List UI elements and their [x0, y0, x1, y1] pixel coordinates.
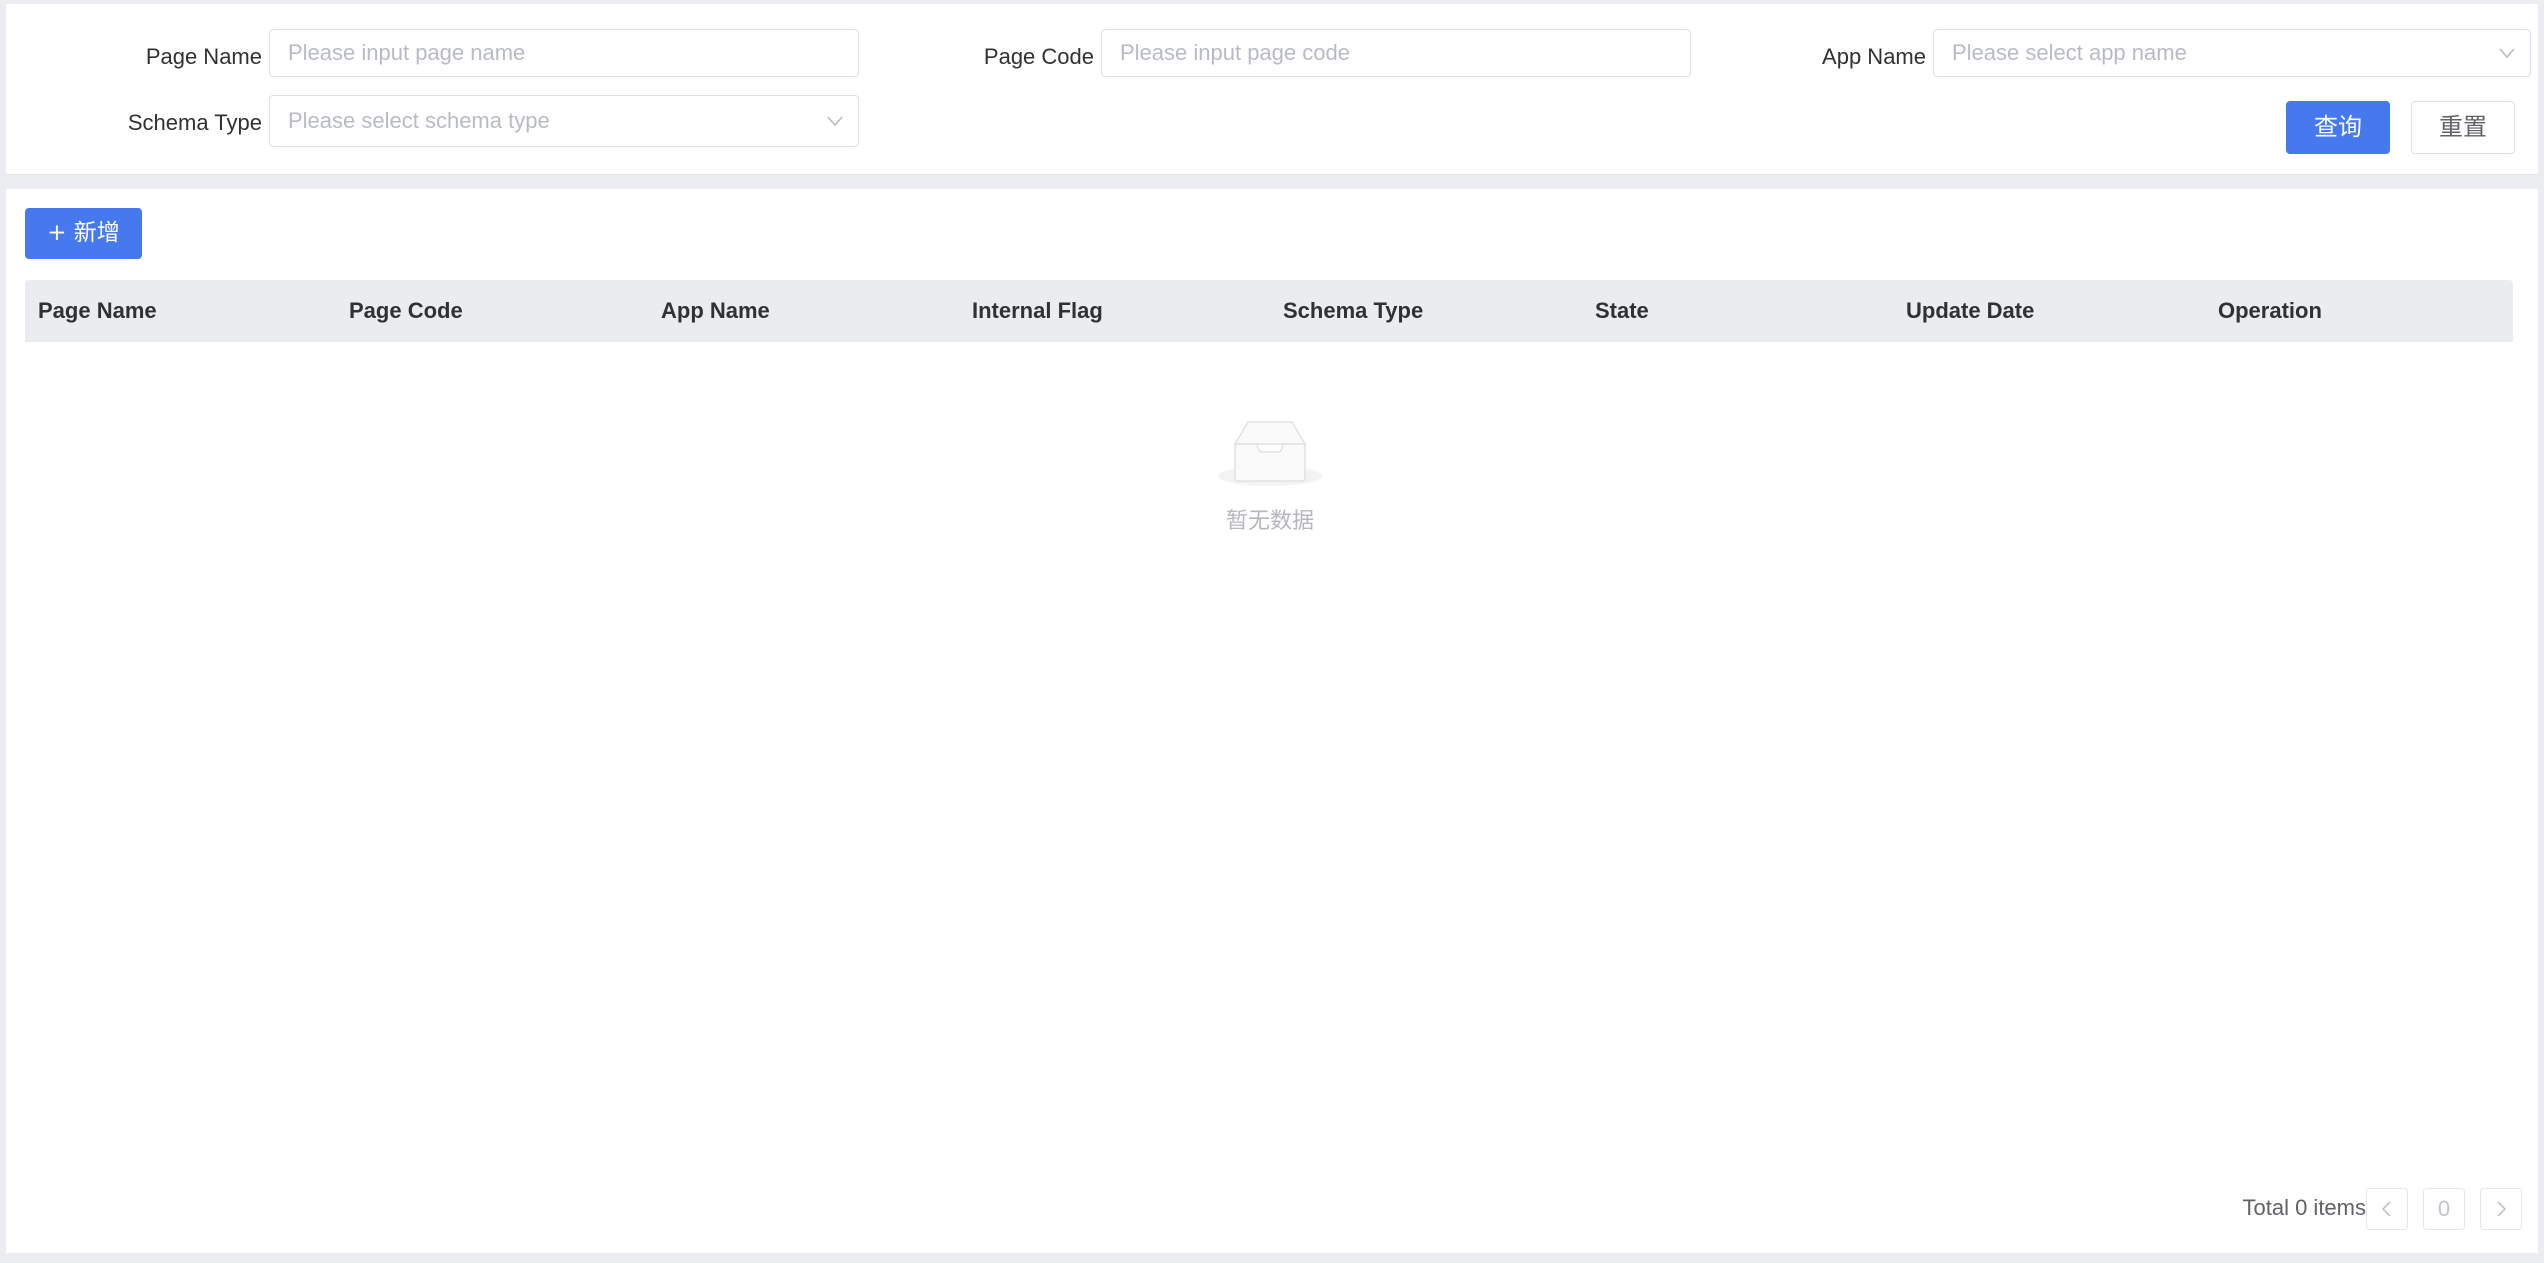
column-header-operation[interactable]: Operation — [2218, 280, 2322, 342]
column-header-update-date[interactable]: Update Date — [1906, 280, 2034, 342]
filter-panel: Page Name Page Code App Name Please sele… — [6, 4, 2538, 175]
page-code-input[interactable] — [1102, 30, 1690, 76]
chevron-down-icon — [2499, 48, 2515, 59]
page-code-field[interactable] — [1101, 29, 1691, 77]
pagination: Total 0 items 0 — [2122, 1186, 2522, 1230]
empty-text: 暂无数据 — [1225, 509, 1314, 534]
column-header-schema-type[interactable]: Schema Type — [1283, 280, 1423, 342]
app-name-placeholder: Please select app name — [1952, 40, 2187, 65]
page-name-label: Page Name — [145, 44, 262, 69]
page-name-input[interactable] — [270, 30, 858, 76]
app-name-label: App Name — [1822, 44, 1926, 69]
schema-type-placeholder: Please select schema type — [288, 108, 550, 133]
add-button[interactable]: + 新增 — [25, 208, 142, 259]
total-items-text: Total 0 items — [2242, 1195, 2367, 1220]
column-header-state[interactable]: State — [1595, 280, 1649, 342]
main-panel — [6, 189, 2538, 1253]
table-header: Page Name Page Code App Name Internal Fl… — [25, 280, 2513, 342]
next-page-button[interactable] — [2480, 1188, 2522, 1230]
app-name-select[interactable]: Please select app name — [1933, 29, 2531, 77]
reset-button[interactable]: 重置 — [2411, 101, 2515, 154]
column-header-page-name[interactable]: Page Name — [38, 280, 157, 342]
page-code-label: Page Code — [983, 44, 1094, 69]
page-name-field[interactable] — [269, 29, 859, 77]
schema-type-label: Schema Type — [127, 110, 262, 135]
chevron-down-icon — [827, 116, 843, 127]
empty-state: 暂无数据 — [1215, 418, 1325, 535]
page-number[interactable]: 0 — [2423, 1188, 2465, 1230]
chevron-right-icon — [2497, 1201, 2507, 1217]
prev-page-button[interactable] — [2366, 1188, 2408, 1230]
column-header-app-name[interactable]: App Name — [661, 280, 770, 342]
empty-inbox-icon — [1218, 421, 1322, 486]
column-header-internal-flag[interactable]: Internal Flag — [972, 280, 1103, 342]
column-header-page-code[interactable]: Page Code — [349, 280, 463, 342]
schema-type-select[interactable]: Please select schema type — [269, 95, 859, 147]
chevron-left-icon — [2381, 1201, 2391, 1217]
search-button[interactable]: 查询 — [2286, 101, 2390, 154]
